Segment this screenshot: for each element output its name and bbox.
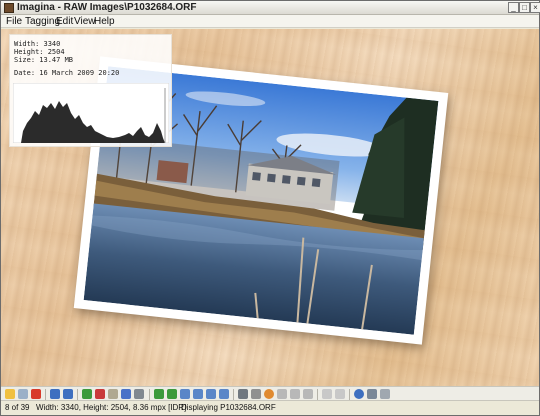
open-icon[interactable]: [5, 389, 15, 399]
tools-icon[interactable]: [367, 389, 377, 399]
view-mode-icon[interactable]: [380, 389, 390, 399]
window-title: Imagina - RAW Images\P1032684.ORF: [17, 2, 197, 13]
zoom-icon[interactable]: [193, 389, 203, 399]
refresh-icon[interactable]: [303, 389, 313, 399]
bold-icon[interactable]: [121, 389, 131, 399]
toolbar-separator: [233, 389, 234, 400]
status-bar: 8 of 39 Width: 3340, Height: 2504, 8.36 …: [1, 401, 539, 415]
toolbar: [1, 386, 539, 401]
menu-edit[interactable]: Edit: [56, 16, 73, 27]
toolbar-separator: [317, 389, 318, 400]
delete-icon[interactable]: [31, 389, 41, 399]
print-icon[interactable]: [251, 389, 261, 399]
info-size: Size: 13.47 MB: [14, 56, 74, 64]
prev-icon[interactable]: [50, 389, 60, 399]
histogram: [13, 83, 169, 143]
menu-view[interactable]: View: [74, 16, 96, 27]
redo-icon[interactable]: [290, 389, 300, 399]
image-counter: 8 of 39: [5, 403, 30, 412]
text-icon[interactable]: [108, 389, 118, 399]
save-icon[interactable]: [18, 389, 28, 399]
app-window: Imagina - RAW Images\P1032684.ORF _ □ × …: [0, 0, 540, 416]
image-dimensions: Width: 3340, Height: 2504, 8.36 mpx [IDR…: [36, 403, 187, 412]
toolbar-separator: [45, 389, 46, 400]
toolbar-separator: [77, 389, 78, 400]
menu-help[interactable]: Help: [94, 16, 115, 27]
menu-bar: File Tagging Edit View Help: [1, 15, 539, 28]
rotate-left-icon[interactable]: [154, 389, 164, 399]
tag-green-icon[interactable]: [82, 389, 92, 399]
minimize-button[interactable]: _: [508, 2, 519, 13]
color-icon[interactable]: [264, 389, 274, 399]
status-message: Displaying P1032684.ORF: [181, 403, 276, 412]
info-height: Height: 2504: [14, 48, 65, 56]
toolbar-separator: [149, 389, 150, 400]
settings-icon[interactable]: [335, 389, 345, 399]
undo-icon[interactable]: [277, 389, 287, 399]
tag-red-icon[interactable]: [95, 389, 105, 399]
maximize-button[interactable]: □: [519, 2, 530, 13]
info-date: Date: 16 March 2009 20:20: [14, 69, 120, 77]
copy-icon[interactable]: [238, 389, 248, 399]
menu-file[interactable]: File: [6, 16, 22, 27]
crop-icon[interactable]: [206, 389, 216, 399]
image-info-panel: Width: 3340 Height: 2504 Size: 13.47 MB …: [9, 34, 172, 147]
image-canvas[interactable]: Width: 3340 Height: 2504 Size: 13.47 MB …: [1, 29, 539, 386]
image-icon[interactable]: [134, 389, 144, 399]
close-button[interactable]: ×: [530, 2, 540, 13]
toolbar-separator: [349, 389, 350, 400]
app-icon: [4, 3, 14, 13]
rotate-right-icon[interactable]: [167, 389, 177, 399]
title-bar: Imagina - RAW Images\P1032684.ORF _ □ ×: [1, 1, 540, 15]
resize-icon[interactable]: [219, 389, 229, 399]
info-width: Width: 3340: [14, 40, 61, 48]
menu-tagging[interactable]: Tagging: [25, 16, 60, 27]
slideshow-icon[interactable]: [322, 389, 332, 399]
next-icon[interactable]: [63, 389, 73, 399]
info-icon[interactable]: [354, 389, 364, 399]
fit-icon[interactable]: [180, 389, 190, 399]
